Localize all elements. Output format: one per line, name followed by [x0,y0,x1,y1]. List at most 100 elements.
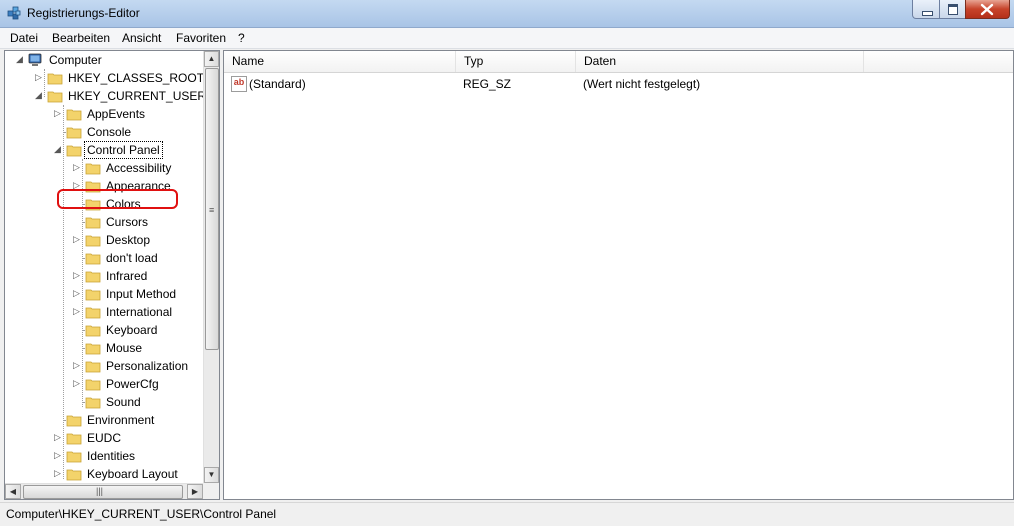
tree-item-dont-load[interactable]: don't load [5,249,203,267]
tree-item-mouse[interactable]: Mouse [5,339,203,357]
expand-arrow-icon[interactable]: ▷ [54,450,63,461]
tree-item-label: Keyboard [106,323,158,337]
tree-item-keyboard-layout[interactable]: ▷ Keyboard Layout [5,465,203,483]
tree-item-hkey-current-user[interactable]: ◢ HKEY_CURRENT_USER [5,87,203,105]
tree-item-hkey-classes-root[interactable]: ▷ HKEY_CLASSES_ROOT [5,69,203,87]
collapse-arrow-icon[interactable]: ◢ [16,54,25,65]
title-bar[interactable]: Registrierungs-Editor [0,0,1014,28]
tree-item-appevents[interactable]: ▷ AppEvents [5,105,203,123]
expand-arrow-icon[interactable]: ▷ [73,234,82,245]
close-icon [980,3,994,16]
menu-bearbeiten[interactable]: Bearbeiten [52,31,110,45]
expand-arrow-icon[interactable]: ▷ [73,306,82,317]
tree-item-infrared[interactable]: ▷ Infrared [5,267,203,285]
tree-item-label: Infrared [106,269,148,283]
folder-icon [85,268,101,284]
expand-arrow-icon[interactable]: ▷ [54,468,63,479]
folder-icon [85,304,101,320]
tree-item-eudc[interactable]: ▷ EUDC [5,429,203,447]
folder-icon [66,106,82,122]
regedit-icon [7,6,21,20]
folder-icon [85,376,101,392]
expand-arrow-icon[interactable]: ▷ [54,108,63,119]
menu-ansicht[interactable]: Ansicht [122,31,161,45]
tree-item-computer[interactable]: ◢ Computer [5,51,203,69]
tree-item-label: HKEY_CURRENT_USER [68,89,203,103]
tree-item-label: HKEY_CLASSES_ROOT [68,71,203,85]
tree-item-input-method[interactable]: ▷ Input Method [5,285,203,303]
tree-item-personalization[interactable]: ▷ Personalization [5,357,203,375]
values-list[interactable]: Name Typ Daten ab (Standard) REG_SZ (Wer… [223,50,1014,500]
expand-arrow-icon[interactable]: ▷ [73,288,82,299]
tree-vertical-scrollbar[interactable]: ▲ ≡ ▼ [203,51,219,483]
column-header-data[interactable]: Daten [576,51,864,72]
tree-item-console[interactable]: Console [5,123,203,141]
scroll-thumb[interactable]: ||| [23,485,183,499]
scroll-down-button[interactable]: ▼ [204,467,219,483]
tree-item-label: Control Panel [84,141,163,159]
folder-icon [85,232,101,248]
tree-item-accessibility[interactable]: ▷ Accessibility [5,159,203,177]
column-header-name[interactable]: Name [224,51,456,72]
tree-item-label: Cursors [106,215,149,229]
minimize-button[interactable] [912,0,940,19]
status-bar: Computer\HKEY_CURRENT_USER\Control Panel [0,502,1014,526]
collapse-arrow-icon[interactable]: ◢ [54,144,63,155]
tree-item-label: Personalization [106,359,189,373]
menu-favoriten[interactable]: Favoriten [176,31,226,45]
tree-item-international[interactable]: ▷ International [5,303,203,321]
folder-icon [66,430,82,446]
scroll-left-button[interactable]: ◀ [5,484,21,499]
expand-arrow-icon[interactable]: ▷ [73,162,82,173]
value-data: (Wert nicht festgelegt) [583,77,701,91]
folder-icon [85,394,101,410]
expand-arrow-icon[interactable]: ▷ [73,270,82,281]
key-tree[interactable]: ◢ Computer ▷ HKEY_CLASSES_ROOT ◢ HKEY_CU… [4,50,220,500]
window-title: Registrierungs-Editor [27,6,140,20]
folder-icon [47,88,63,104]
tree-item-label: Keyboard Layout [87,467,178,481]
value-type: REG_SZ [463,77,512,91]
expand-arrow-icon[interactable]: ▷ [73,378,82,389]
tree-item-label: Console [87,125,132,139]
tree-item-environment[interactable]: Environment [5,411,203,429]
expand-arrow-icon[interactable]: ▷ [54,432,63,443]
tree-item-sound[interactable]: Sound [5,393,203,411]
menu-help[interactable]: ? [238,31,245,45]
tree-horizontal-scrollbar[interactable]: ◀ ||| ▶ [5,483,203,499]
list-header: Name Typ Daten [224,51,1013,73]
computer-icon [28,53,42,66]
close-button[interactable] [965,0,1010,19]
collapse-arrow-icon[interactable]: ◢ [35,90,44,101]
tree-item-label: Mouse [106,341,143,355]
column-header-type[interactable]: Typ [456,51,576,72]
scroll-thumb[interactable]: ≡ [205,68,219,350]
folder-icon [66,412,82,428]
folder-icon [85,340,101,356]
tree-item-label: EUDC [87,431,122,445]
folder-icon [47,70,63,86]
tree-item-label: Desktop [106,233,151,247]
tree-item-label: Computer [49,53,102,67]
expand-arrow-icon[interactable]: ▷ [35,72,44,83]
scroll-up-button[interactable]: ▲ [204,51,219,67]
tree-item-label: Identities [87,449,136,463]
tree-item-desktop[interactable]: ▷ Desktop [5,231,203,249]
tree-item-identities[interactable]: ▷ Identities [5,447,203,465]
folder-icon [85,322,101,338]
menu-bar: Datei Bearbeiten Ansicht Favoriten ? [0,28,1014,49]
tree-item-label: International [106,305,173,319]
tree-item-control-panel[interactable]: ◢ Control Panel [5,141,203,159]
tree-item-keyboard[interactable]: Keyboard [5,321,203,339]
open-folder-icon [66,142,82,158]
tree-item-label: Environment [87,413,155,427]
tree-item-cursors[interactable]: Cursors [5,213,203,231]
expand-arrow-icon[interactable]: ▷ [73,360,82,371]
scroll-right-button[interactable]: ▶ [187,484,203,499]
folder-icon [85,250,101,266]
maximize-button[interactable] [939,0,966,19]
key-tree-list: ◢ Computer ▷ HKEY_CLASSES_ROOT ◢ HKEY_CU… [5,51,203,483]
grip-icon: ||| [96,486,104,496]
tree-item-powercfg[interactable]: ▷ PowerCfg [5,375,203,393]
menu-datei[interactable]: Datei [10,31,38,45]
